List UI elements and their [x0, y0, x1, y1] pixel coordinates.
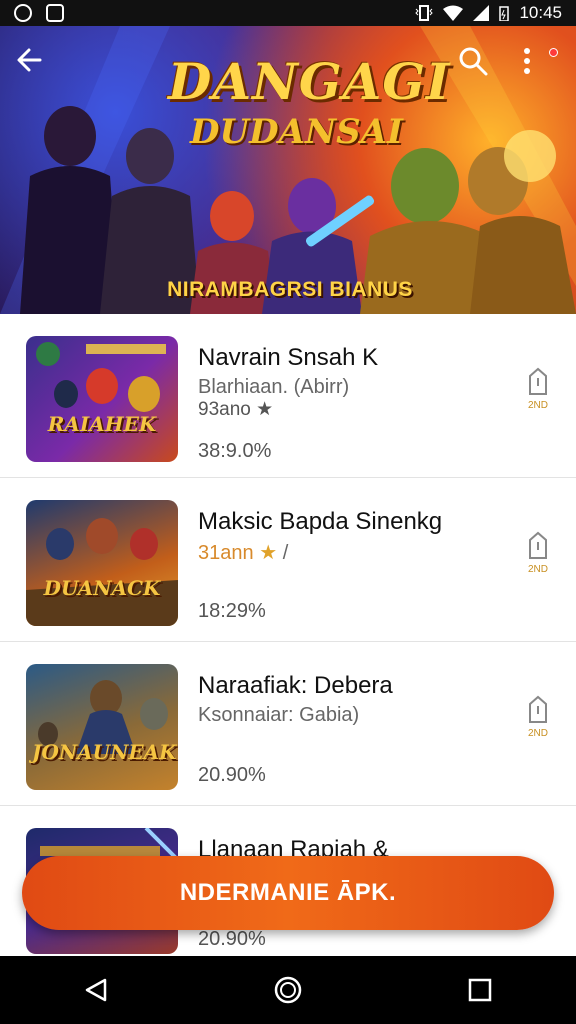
signal-icon — [473, 5, 490, 21]
app-thumbnail: DUANACK — [26, 500, 178, 626]
search-icon — [459, 47, 488, 76]
download-icon — [529, 367, 547, 395]
download-button[interactable]: 2ND — [520, 530, 556, 590]
download-icon — [529, 531, 547, 559]
app-screen: 10:45 DANGAGI DUDANSAI NIRAMBAGRSI BIANU… — [0, 0, 576, 1024]
app-thumbnail: JONAUNEAK — [26, 664, 178, 790]
app-developer: Ksonnaiar: Gabia) — [198, 704, 360, 726]
back-button[interactable] — [16, 46, 56, 86]
system-nav-bar — [0, 956, 576, 1024]
thumbnail-label: RAIAHEK — [47, 412, 157, 436]
app-title: Navrain Snsah K — [198, 344, 379, 371]
app-percentage: 20.90% — [198, 928, 266, 950]
vibrate-icon — [415, 5, 434, 21]
slash-icon: / — [282, 542, 289, 564]
list-item[interactable]: RAIAHEK Navrain Snsah K Blarhiaan. (Abir… — [0, 314, 576, 478]
gallery-notification-icon — [46, 4, 64, 22]
nav-back-icon — [85, 978, 107, 1002]
battery-icon — [499, 6, 510, 21]
hero-title-line2: DUDANSAI — [190, 112, 403, 152]
thumbnail-art — [36, 342, 166, 412]
back-arrow-icon — [17, 48, 42, 72]
hero-subtitle: NIRAMBAGRSI BIANUS — [167, 278, 413, 301]
more-options-button[interactable] — [522, 46, 562, 86]
app-title: Naraafiak: Debera — [198, 672, 393, 699]
list-item[interactable]: DUANACK Maksic Bapda Sinenkg 31ann ★ / 1… — [0, 478, 576, 642]
app-percentage: 20.90% — [198, 764, 266, 786]
app-thumbnail: RAIAHEK — [26, 336, 178, 462]
thumbnail-art — [38, 680, 168, 754]
download-button[interactable]: 2ND — [520, 366, 556, 426]
download-label: 2ND — [527, 400, 548, 411]
rating-text: 31ann — [198, 542, 254, 564]
install-button-label: NDERMANIE ĀPK. — [179, 879, 397, 906]
app-percentage: 18:29% — [198, 600, 266, 622]
app-developer: Blarhiaan. (Abirr) — [198, 376, 350, 398]
app-rating: 31ann ★ / — [198, 540, 288, 565]
download-label: 2ND — [527, 564, 548, 575]
star-icon: ★ — [256, 399, 274, 420]
nav-back-button[interactable] — [66, 960, 126, 1020]
install-apk-button[interactable]: NDERMANIE ĀPK. — [22, 856, 554, 930]
wifi-icon — [443, 5, 464, 21]
star-icon: ★ — [259, 542, 278, 564]
search-button[interactable] — [458, 46, 498, 86]
more-vert-icon — [524, 48, 530, 74]
list-item[interactable]: JONAUNEAK Naraafiak: Debera Ksonnaiar: G… — [0, 642, 576, 806]
download-icon — [529, 695, 547, 723]
nav-recents-icon — [468, 978, 492, 1002]
download-button[interactable]: 2ND — [520, 694, 556, 754]
thumbnail-label: JONAUNEAK — [32, 740, 177, 764]
status-time: 10:45 — [519, 3, 562, 22]
nav-recents-button[interactable] — [450, 960, 510, 1020]
thumbnail-art — [26, 518, 178, 626]
app-notification-icon — [14, 4, 32, 22]
nav-home-button[interactable] — [258, 960, 318, 1020]
hero-title: DANGAGI — [168, 52, 451, 111]
thumbnail-label: DUANACK — [43, 576, 161, 600]
status-bar: 10:45 — [0, 0, 576, 26]
hero-banner: DANGAGI DUDANSAI NIRAMBAGRSI BIANUS — [0, 26, 576, 314]
download-label: 2ND — [527, 728, 548, 739]
notification-badge — [549, 48, 558, 57]
nav-home-icon — [274, 976, 302, 1004]
app-title: Maksic Bapda Sinenkg — [198, 508, 443, 535]
app-rating: 93ano ★ — [198, 398, 273, 421]
app-percentage: 38:9.0% — [198, 440, 272, 462]
rating-text: 93ano — [198, 399, 251, 420]
